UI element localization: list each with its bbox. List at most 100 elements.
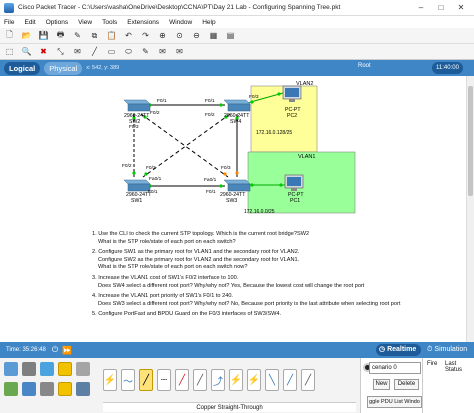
tab-physical-label: Physical: [49, 63, 78, 73]
ellipse-icon[interactable]: ⬭: [123, 46, 134, 57]
port-label: F0/1: [157, 98, 167, 104]
instruction-line: 5. Configure PortFast and BPDU Guard on …: [92, 311, 282, 318]
connections-icon[interactable]: [58, 362, 72, 376]
port-label: Fa0/1: [204, 177, 217, 183]
miscellaneous-icon[interactable]: [76, 362, 90, 376]
simulation-label: Simulation: [434, 346, 468, 353]
undo-icon[interactable]: ↶: [123, 30, 134, 41]
add-complex-pdu-icon[interactable]: ✉: [174, 46, 185, 57]
save-icon[interactable]: 💾: [38, 30, 49, 41]
maximize-icon[interactable]: □: [432, 2, 450, 14]
resize-icon[interactable]: ⤡: [55, 46, 66, 57]
routers-icon[interactable]: [4, 382, 18, 396]
print-icon[interactable]: 🖶: [55, 30, 66, 41]
vlan2-label: VLAN2: [296, 81, 313, 87]
zoom-out-icon[interactable]: ⊖: [191, 30, 202, 41]
rectangle-icon[interactable]: ▭: [106, 46, 117, 57]
copper-straight-through-icon[interactable]: ╱: [139, 369, 153, 391]
delete-icon[interactable]: ✖: [38, 46, 49, 57]
iot-custom-cable-icon[interactable]: ╱: [283, 369, 297, 391]
phone-cable-icon[interactable]: ╱: [193, 369, 207, 391]
select-icon[interactable]: ⬚: [4, 46, 15, 57]
zoom-reset-icon[interactable]: ⊙: [174, 30, 185, 41]
fiber-icon[interactable]: ╱: [175, 369, 189, 391]
inspect-icon[interactable]: 🔍: [21, 46, 32, 57]
end-devices-icon[interactable]: [22, 362, 36, 376]
vlan1-label: VLAN1: [298, 154, 315, 160]
link-sw4-sw1[interactable]: [142, 113, 231, 178]
instruction-line: 3. Increase the VLAN1 cost of SW1's F0/2…: [92, 274, 239, 281]
sw3-name: SW3: [226, 198, 237, 204]
menu-help[interactable]: Help: [202, 19, 215, 26]
serial-dte-icon[interactable]: ⚡: [247, 369, 261, 391]
add-simple-pdu-icon[interactable]: ✉: [157, 46, 168, 57]
activity-wizard-icon[interactable]: ✎: [72, 30, 83, 41]
switch-sw2-icon[interactable]: [123, 99, 151, 112]
switch-sw4-icon[interactable]: [223, 99, 251, 112]
logical-workspace[interactable]: VLAN2 VLAN1 2960-24TT SW2 2960-24TT SW4 …: [0, 76, 466, 342]
switch-sw1-icon[interactable]: [123, 179, 151, 192]
draw-line-icon[interactable]: ╱: [89, 46, 100, 57]
cursor-coordinates: x: 542, y: 389: [86, 65, 120, 71]
simulation-mode-button[interactable]: ⏱ Simulation: [424, 344, 470, 356]
title-bar: Cisco Packet Tracer - C:\Users\vasha\One…: [0, 0, 474, 16]
realtime-mode-button[interactable]: ◷ Realtime: [376, 344, 422, 356]
instruction-line: Configure SW2 as the primary root for VL…: [98, 256, 300, 263]
auto-connection-icon[interactable]: ⚡: [103, 369, 117, 391]
zoom-in-icon[interactable]: ⊕: [157, 30, 168, 41]
new-scenario-button[interactable]: New: [373, 379, 390, 390]
minimize-icon[interactable]: –: [412, 2, 430, 14]
octal-cable-icon[interactable]: ╲: [265, 369, 279, 391]
coaxial-icon[interactable]: ⤴: [211, 369, 225, 391]
delete-scenario-button[interactable]: Delete: [394, 379, 419, 390]
simulation-time: Time: 35:26:48: [6, 347, 46, 353]
toggle-pdu-list-button[interactable]: ggle PDU List Windo: [367, 396, 422, 408]
console-cable-icon[interactable]: 〜: [121, 369, 135, 391]
menu-options[interactable]: Options: [46, 19, 68, 26]
connection-type-icon[interactable]: [58, 382, 72, 396]
scenario-select[interactable]: cenario 0: [369, 362, 421, 374]
hubs-icon[interactable]: [40, 382, 54, 396]
switch-sw3-icon[interactable]: [223, 179, 251, 192]
lab-instructions-note: 1. Use the CLI to check the current STP …: [92, 231, 412, 322]
instruction-line: What is the STP role/state of each port …: [98, 264, 248, 271]
new-file-icon[interactable]: 🗋: [4, 30, 15, 41]
switches-icon[interactable]: [22, 382, 36, 396]
serial-dce-icon[interactable]: ⚡: [229, 369, 243, 391]
view-bar: Logical Physical x: 542, y: 389 Root 11:…: [0, 60, 474, 76]
menu-edit[interactable]: Edit: [24, 19, 35, 26]
menu-tools[interactable]: Tools: [102, 19, 117, 26]
fast-forward-icon[interactable]: ⏩: [62, 346, 72, 355]
note-icon[interactable]: ✉: [72, 46, 83, 57]
tab-physical[interactable]: Physical: [44, 61, 83, 75]
wan-emulation-icon[interactable]: [76, 382, 90, 396]
realtime-label: Realtime: [387, 346, 417, 353]
menu-extensions[interactable]: Extensions: [127, 19, 159, 26]
root-label[interactable]: Root: [358, 63, 371, 69]
power-cycle-icon[interactable]: ⏻: [52, 345, 58, 355]
menu-file[interactable]: File: [4, 19, 14, 26]
redo-icon[interactable]: ↷: [140, 30, 151, 41]
copy-icon[interactable]: ⧉: [89, 30, 100, 41]
instruction-line: What is the STP role/state of each port …: [98, 238, 236, 245]
instruction-5: 5. Configure PortFast and BPDU Guard on …: [92, 311, 412, 319]
paste-icon[interactable]: 📋: [106, 30, 117, 41]
open-folder-icon[interactable]: 📂: [21, 30, 32, 41]
workspace-vertical-scrollbar[interactable]: [466, 76, 474, 342]
close-icon[interactable]: ✕: [452, 2, 470, 14]
drawing-palette-icon[interactable]: ▦: [208, 30, 219, 41]
menu-bar: File Edit Options View Tools Extensions …: [0, 16, 474, 28]
menu-view[interactable]: View: [78, 19, 92, 26]
freeform-icon[interactable]: ✎: [140, 46, 151, 57]
network-devices-icon[interactable]: [4, 362, 18, 376]
instruction-1: 1. Use the CLI to check the current STP …: [92, 231, 412, 246]
menu-window[interactable]: Window: [169, 19, 192, 26]
instruction-line: 1. Use the CLI to check the current STP …: [92, 231, 310, 237]
custom-device-icon[interactable]: ▤: [225, 30, 236, 41]
components-icon[interactable]: [40, 362, 54, 376]
copper-cross-over-icon[interactable]: ┈: [157, 369, 171, 391]
tab-logical[interactable]: Logical: [4, 61, 41, 75]
usb-cable-icon[interactable]: ╱: [301, 369, 315, 391]
packet-tracer-app-icon: [4, 2, 14, 13]
scrollbar-thumb[interactable]: [468, 86, 473, 196]
